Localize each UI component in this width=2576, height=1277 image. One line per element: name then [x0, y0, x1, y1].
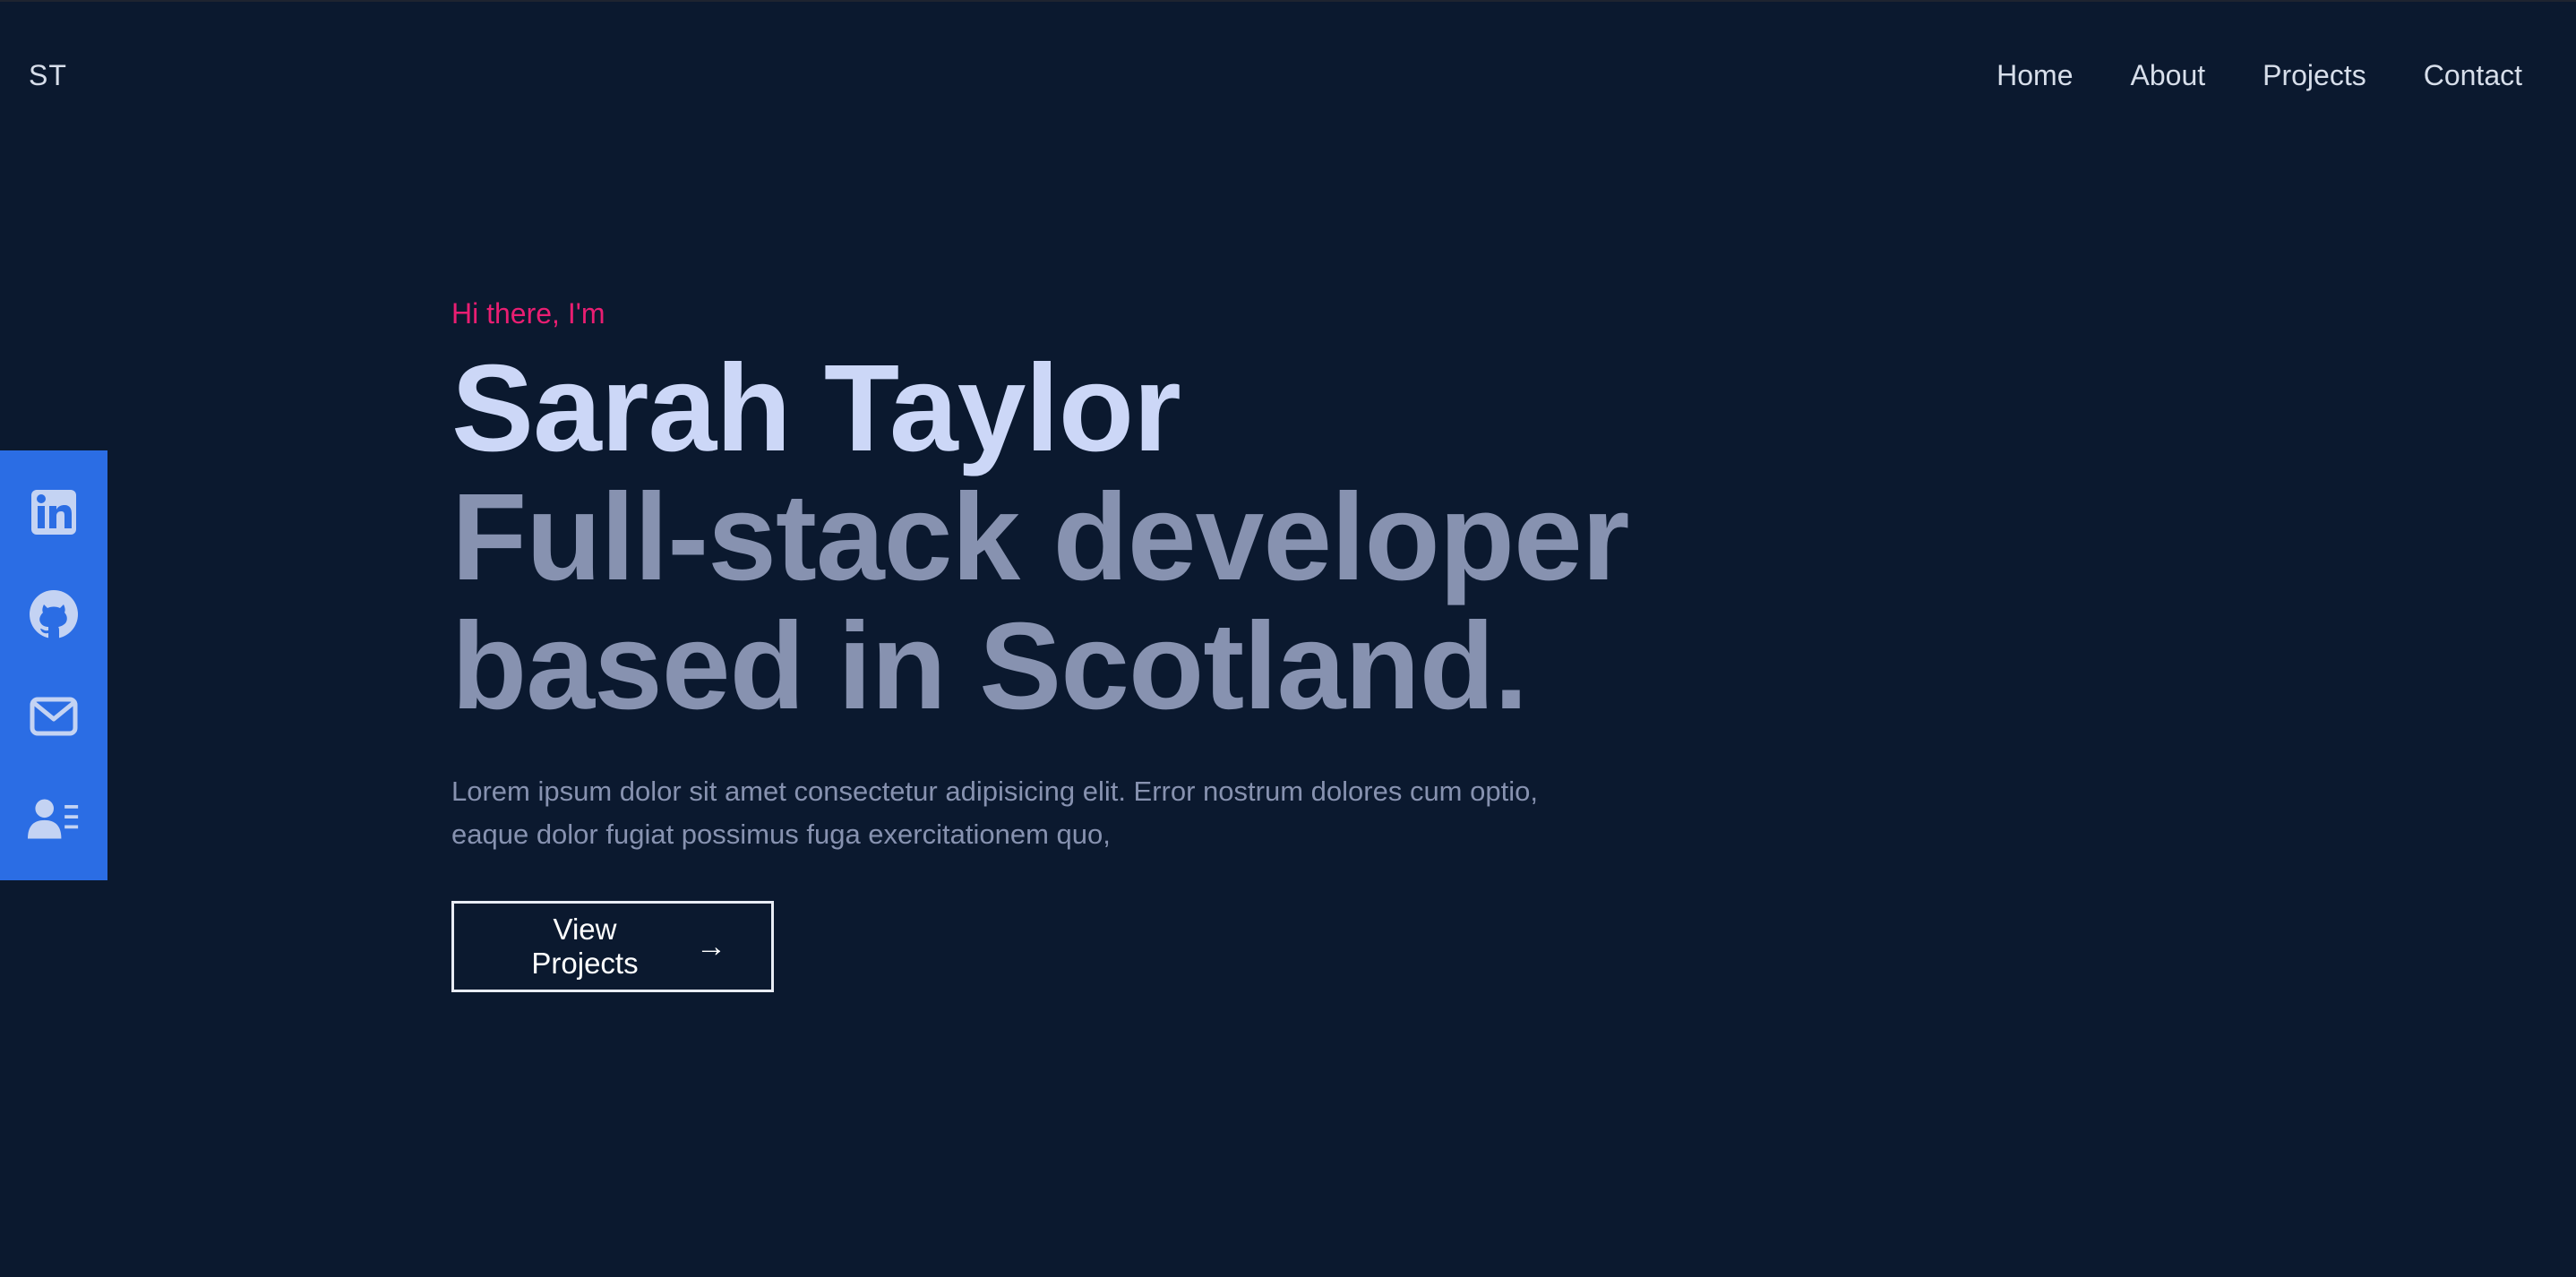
hero-tagline-line-1: Full-stack developer	[451, 468, 1629, 606]
arrow-right-icon: →	[696, 929, 726, 964]
view-projects-label: View Projects	[531, 913, 639, 980]
hero-name: Sarah Taylor	[451, 339, 1181, 477]
social-sidebar	[0, 450, 107, 880]
nav-contact-link[interactable]: Contact	[2424, 59, 2522, 92]
page: ST Home About Projects Contact Hi there,…	[0, 0, 2576, 1277]
contact-card-icon[interactable]	[28, 793, 80, 844]
hero-section: Hi there, I'm Sarah Taylor Full-stack de…	[451, 297, 1670, 992]
view-projects-button[interactable]: View Projects →	[451, 901, 774, 992]
nav-home-link[interactable]: Home	[1996, 59, 2073, 92]
hero-description: Lorem ipsum dolor sit amet consectetur a…	[451, 770, 1670, 856]
site-logo[interactable]: ST	[29, 59, 67, 92]
hero-description-line-2: eaque dolor fugiat possimus fuga exercit…	[451, 818, 1111, 850]
hero-greeting: Hi there, I'm	[451, 297, 605, 330]
hero-description-line-1: Lorem ipsum dolor sit amet consectetur a…	[451, 776, 1538, 807]
mail-icon[interactable]	[28, 690, 80, 742]
nav-about-link[interactable]: About	[2131, 59, 2206, 92]
github-icon[interactable]	[28, 588, 80, 640]
hero-tagline-line-2: based in Scotland.	[451, 597, 1528, 735]
main-nav: Home About Projects Contact	[1996, 59, 2522, 92]
nav-projects-link[interactable]: Projects	[2263, 59, 2366, 92]
linkedin-icon[interactable]	[28, 486, 80, 538]
